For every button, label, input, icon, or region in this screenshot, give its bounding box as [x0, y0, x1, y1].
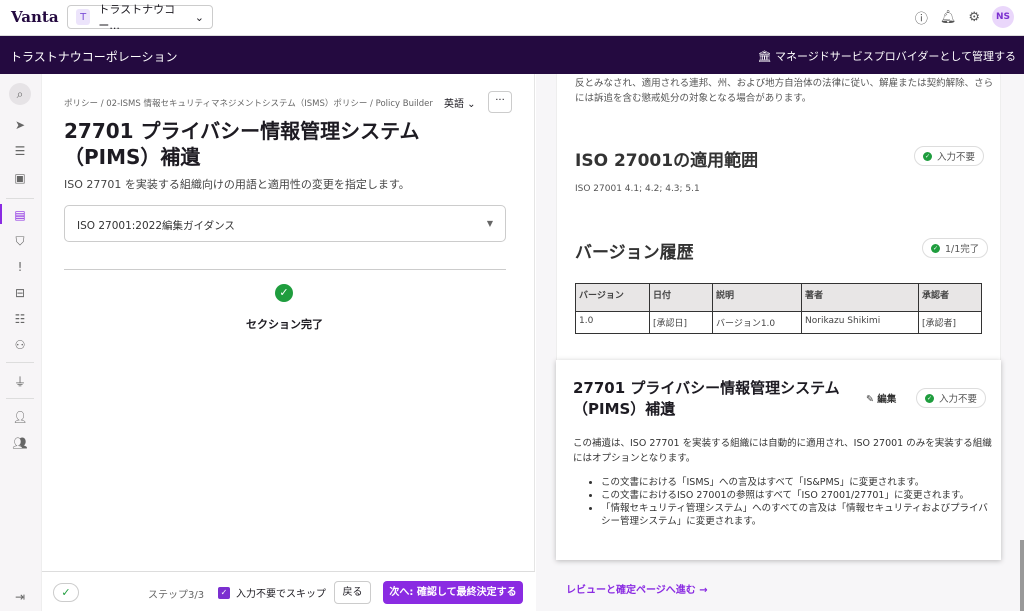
chevron-down-icon: ⌄: [194, 10, 204, 24]
divider: [6, 362, 34, 363]
pencil-icon: ✎: [866, 394, 878, 405]
step-indicator: ステップ3/3: [148, 590, 205, 601]
help-icon[interactable]: ⓘ: [915, 8, 928, 27]
status-badge: ✓ 1/1完了: [922, 238, 989, 258]
next-button[interactable]: 次へ: 確認して最終決定する: [383, 581, 523, 604]
scope-refs: ISO 27001 4.1; 4.2; 4.3; 5.1: [575, 184, 700, 194]
table-cell: [承認日]: [649, 311, 713, 334]
alert-icon[interactable]: !: [9, 256, 31, 278]
checkbox-checked-icon[interactable]: ✓: [218, 586, 230, 599]
checklist-icon[interactable]: ☰: [9, 140, 31, 162]
policy-clipboard-icon[interactable]: ▤: [9, 204, 31, 226]
review-link[interactable]: レビューと確定ページへ進む →: [566, 581, 708, 596]
check-icon: ✓: [923, 151, 932, 161]
change-list: この文書における「ISMS」への言及はすべて「IS&PMS」に変更されます。 こ…: [601, 476, 991, 528]
page-description: ISO 27701 を実装する組織向けの用語と適用性の変更を指定します。: [64, 178, 410, 191]
breadcrumb[interactable]: ポリシー / 02-ISMS 情報セキュリティマネジメントシステム（ISMS）ポ…: [64, 97, 433, 109]
avatar[interactable]: NS: [992, 6, 1014, 28]
more-options-button[interactable]: ···: [488, 91, 512, 113]
user-check-icon[interactable]: 👤︎: [9, 406, 31, 428]
org-selector[interactable]: T トラストナウコー... ⌄: [67, 3, 213, 32]
column-header: 説明: [712, 283, 802, 312]
vanta-logo[interactable]: Vanta: [11, 8, 59, 26]
server-icon[interactable]: ☷: [9, 308, 31, 330]
people-icon[interactable]: ⚇: [9, 334, 31, 356]
table-cell: バージョン1.0: [712, 311, 802, 334]
top-bar: Vanta T トラストナウコー... ⌄ ⓘ 🔔︎ ⚙ NS: [0, 0, 1024, 36]
list-item: 「情報セキュリティ管理システム」へのすべての言及は「情報セキュリティおよびプライ…: [601, 502, 991, 528]
divider: [6, 198, 34, 199]
org-banner: トラストナウコーポレーション 🏛︎ マネージドサービスプロバイダーとして管理する: [0, 36, 1024, 74]
report-icon[interactable]: ▣: [9, 167, 31, 189]
column-header: 承認者: [918, 283, 982, 312]
bell-icon[interactable]: 🔔︎: [940, 10, 957, 25]
card-title: 27701 プライバシー情報管理システム（PIMS）補遺: [573, 379, 840, 418]
card-paragraph: この補遺は、ISO 27701 を実装する組織には自動的に適用され、ISO 27…: [573, 438, 992, 464]
active-indicator: [0, 204, 2, 224]
status-badge: ✓ 入力不要: [916, 388, 987, 408]
check-icon: ✓: [925, 393, 934, 403]
footer-bar: ✓ ステップ3/3 ✓ 入力不要でスキップ 戻る 次へ: 確認して最終決定する: [42, 571, 535, 611]
org-initial: T: [76, 9, 91, 25]
guidance-select-value: ISO 27001:2022編集ガイダンス: [77, 220, 235, 232]
shield-icon[interactable]: ⛉: [9, 230, 31, 252]
check-circle-icon: ✓: [275, 284, 293, 302]
column-header: バージョン: [575, 283, 650, 312]
language-label: 英語: [444, 99, 464, 110]
table-header-row: バージョン 日付 説明 著者 承認者: [575, 283, 982, 312]
org-name: トラストナウコーポレーション: [10, 50, 178, 64]
guidance-select[interactable]: ISO 27001:2022編集ガイダンス ▼: [64, 205, 506, 242]
column-header: 日付: [649, 283, 713, 312]
gear-icon[interactable]: ⚙: [968, 10, 980, 25]
edit-label: 編集: [877, 394, 897, 405]
table-cell: 1.0: [575, 311, 650, 334]
list-item: この文書における「ISMS」への言及はすべて「IS&PMS」に変更されます。: [601, 476, 991, 489]
scope-heading: ISO 27001の適用範囲: [575, 151, 759, 171]
plug-icon[interactable]: ⏚: [9, 370, 31, 392]
section-complete-label: セクション完了: [246, 318, 323, 331]
version-heading: バージョン履歴: [575, 243, 694, 263]
skip-label: 入力不要でスキップ: [236, 589, 326, 600]
sidebar: ⌕ ➤ ☰ ▣ ▤ ⛉ ! ⊟ ☷ ⚇ ⏚ 👤︎ 👥︎ ⇥: [0, 74, 42, 611]
table-row: 1.0 [承認日] バージョン1.0 Norikazu Shikimi [承認者…: [575, 311, 982, 334]
document-preview: 反とみなされ、適用される連邦、州、および地方自治体の法律に従い、解雇または契約解…: [536, 74, 1024, 611]
check-icon: ✓: [931, 243, 940, 253]
org-selector-label: トラストナウコー...: [98, 3, 176, 32]
table-cell: [承認者]: [918, 311, 982, 334]
intro-text: 反とみなされ、適用される連邦、州、および地方自治体の法律に従い、解雇または契約解…: [575, 78, 994, 104]
badge-label: 1/1完了: [945, 244, 980, 255]
expand-sidebar-icon[interactable]: ⇥: [9, 586, 31, 608]
language-selector[interactable]: 英語 ⌄: [444, 95, 476, 110]
search-icon[interactable]: ⌕: [9, 83, 31, 105]
send-icon[interactable]: ➤: [9, 114, 31, 136]
bank-icon: 🏛︎: [757, 50, 775, 63]
table-cell: Norikazu Shikimi: [801, 311, 919, 334]
msp-label: マネージドサービスプロバイダーとして管理する: [774, 50, 1016, 63]
archive-icon[interactable]: ⊟: [9, 282, 31, 304]
pims-section-card: 27701 プライバシー情報管理システム（PIMS）補遺 ✎ 編集 ✓ 入力不要 …: [556, 360, 1001, 560]
list-item: この文書におけるISO 27001の参照はすべて「ISO 27001/27701…: [601, 489, 991, 502]
divider: [6, 398, 34, 399]
scrollbar[interactable]: [1020, 540, 1024, 611]
edit-button[interactable]: ✎ 編集: [866, 391, 896, 405]
policy-builder-panel: ポリシー / 02-ISMS 情報セキュリティマネジメントシステム（ISMS）ポ…: [42, 74, 535, 611]
status-badge: ✓ 入力不要: [914, 146, 985, 166]
skip-checkbox[interactable]: ✓ 入力不要でスキップ: [218, 585, 326, 600]
manage-as-msp-button[interactable]: 🏛︎ マネージドサービスプロバイダーとして管理する: [758, 48, 1016, 64]
badge-label: 入力不要: [937, 152, 976, 163]
user-lock-icon[interactable]: 👥︎: [9, 432, 31, 454]
back-button[interactable]: 戻る: [334, 581, 371, 604]
column-header: 著者: [801, 283, 919, 312]
version-table: バージョン 日付 説明 著者 承認者 1.0 [承認日] バージョン1.0 No…: [575, 283, 982, 334]
divider: [64, 269, 506, 270]
status-check-button[interactable]: ✓: [53, 583, 79, 602]
caret-down-icon: ▼: [486, 219, 493, 228]
page-title: 27701 プライバシー情報管理システム（PIMS）補遺: [64, 119, 420, 169]
document-body: 反とみなされ、適用される連邦、州、および地方自治体の法律に従い、解雇または契約解…: [556, 74, 1001, 364]
badge-label: 入力不要: [939, 394, 978, 405]
